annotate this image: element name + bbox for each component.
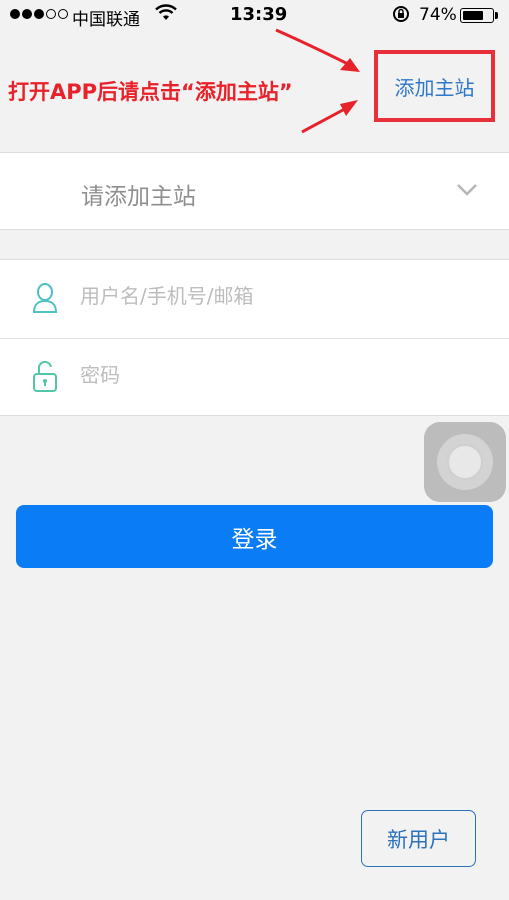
assistive-touch-dot bbox=[447, 444, 483, 480]
site-select-dropdown[interactable]: 请添加主站 bbox=[0, 152, 509, 230]
carrier-name: 中国联通 bbox=[72, 10, 140, 30]
status-bar: 中国联通 13:39 74% bbox=[0, 0, 509, 32]
user-icon bbox=[32, 283, 58, 313]
assistive-touch-button[interactable] bbox=[424, 422, 506, 502]
battery-tip bbox=[495, 12, 498, 19]
battery-percentage: 74% bbox=[419, 5, 457, 25]
login-button[interactable]: 登录 bbox=[16, 505, 493, 568]
username-row bbox=[0, 260, 509, 338]
signal-strength-icon bbox=[10, 9, 68, 19]
assistive-touch-ring bbox=[437, 434, 493, 490]
chevron-down-icon bbox=[457, 184, 477, 196]
username-field[interactable] bbox=[80, 284, 480, 308]
site-select-placeholder: 请添加主站 bbox=[81, 184, 196, 210]
add-site-button[interactable]: 添加主站 bbox=[395, 72, 475, 101]
rotation-lock-icon bbox=[393, 6, 409, 22]
password-field[interactable] bbox=[80, 363, 480, 387]
new-user-button[interactable]: 新用户 bbox=[361, 810, 476, 867]
instruction-annotation: 打开APP后请点击“添加主站” bbox=[8, 80, 293, 104]
battery-icon bbox=[460, 8, 494, 23]
password-row bbox=[0, 338, 509, 417]
wifi-icon bbox=[155, 4, 177, 20]
clock: 13:39 bbox=[230, 4, 288, 25]
login-form bbox=[0, 259, 509, 416]
add-site-highlight-box: 添加主站 bbox=[374, 50, 495, 122]
unlock-icon bbox=[33, 361, 57, 392]
